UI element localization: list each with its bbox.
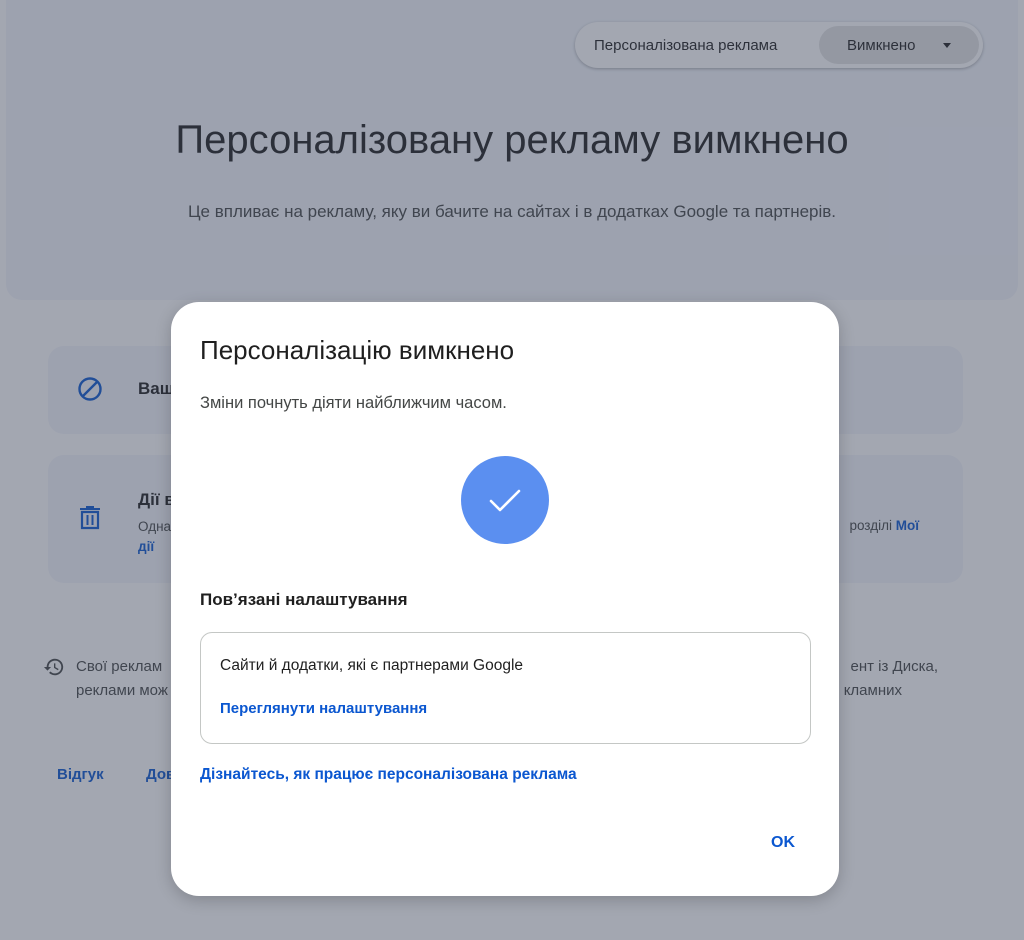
checkmark-glyph [489,489,521,512]
confirmation-dialog: Персоналізацію вимкнено Зміни почнуть ді… [171,302,839,896]
learn-more-link[interactable]: Дізнайтесь, як працює персоналізована ре… [200,766,577,784]
related-settings-card: Сайти й додатки, які є партнерами Google… [200,632,811,744]
check-icon [461,456,549,544]
view-settings-link[interactable]: Переглянути налаштування [220,700,427,717]
dialog-title: Персоналізацію вимкнено [200,335,515,365]
dialog-subtitle: Зміни почнуть діяти найближчим часом. [200,394,507,412]
ok-button[interactable]: OK [771,834,795,852]
related-card-title: Сайти й додатки, які є партнерами Google [220,657,524,674]
related-settings-heading: Пов’язані налаштування [200,590,408,609]
